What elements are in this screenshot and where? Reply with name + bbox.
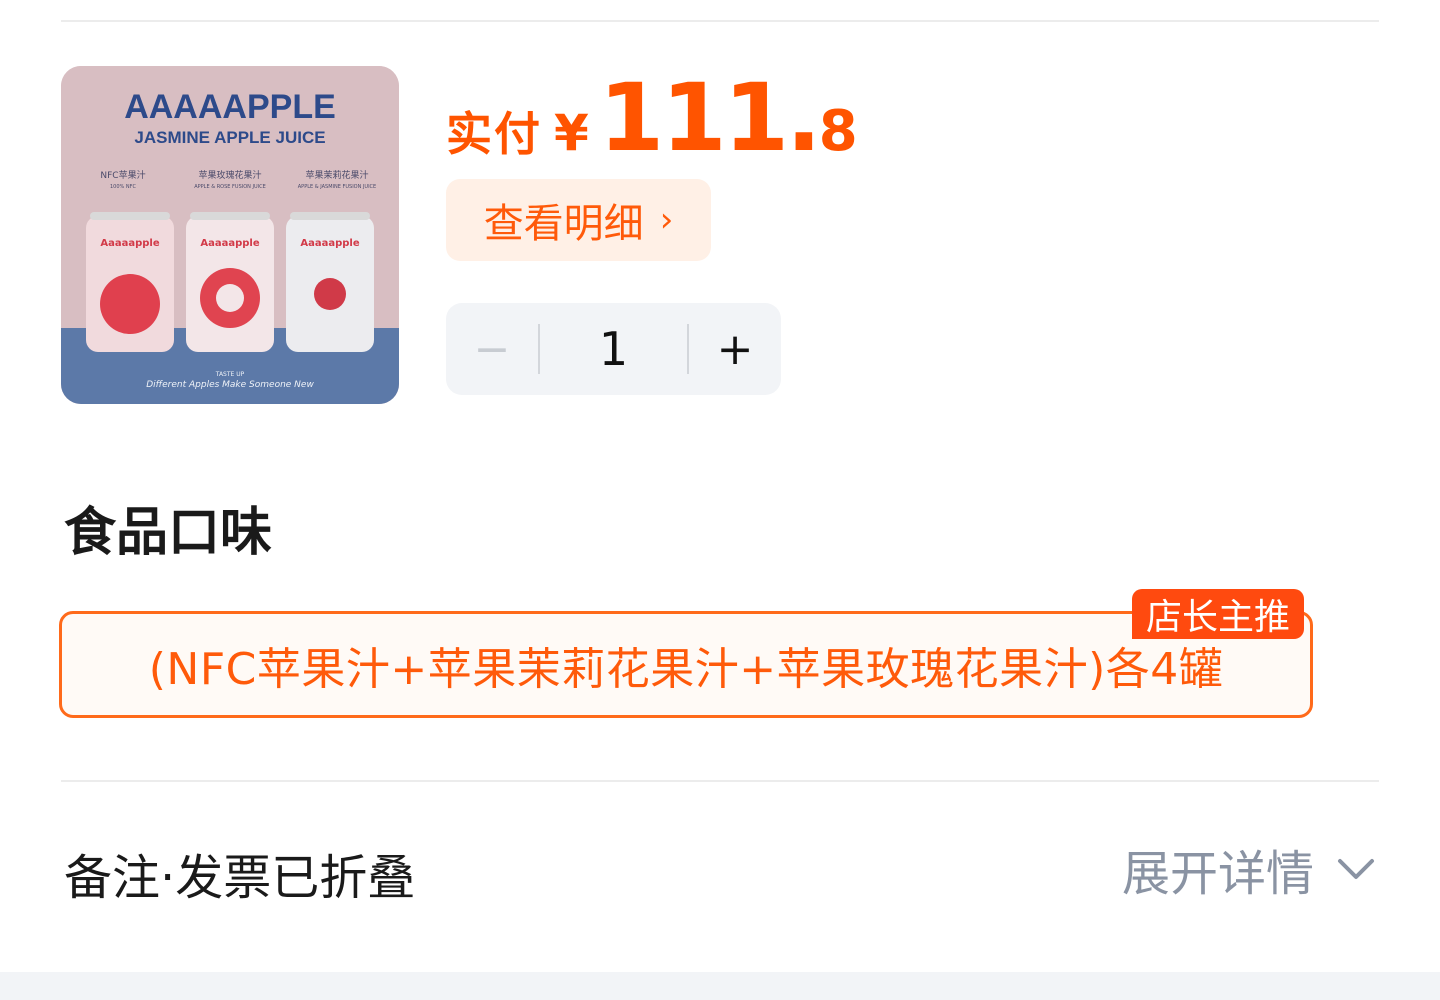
increase-quantity-button[interactable]: + <box>689 303 781 395</box>
can-jasmine: Aaaaapple <box>286 212 374 352</box>
svg-text:Aaaaapple: Aaaaapple <box>200 238 259 249</box>
decrease-quantity-button[interactable]: − <box>446 303 538 395</box>
price-integer: 111. <box>598 64 822 173</box>
can-sub-1: 100% NFC <box>110 184 137 190</box>
chevron-right-icon: › <box>659 200 674 240</box>
quantity-value[interactable]: 1 <box>540 322 687 376</box>
flavor-section-title: 食品口味 <box>64 503 273 563</box>
poster-footer: Different Apples Make Someone New <box>146 380 314 390</box>
flavor-option-label: (NFC苹果汁+苹果茉莉花果汁+苹果玫瑰花果汁)各4罐 <box>148 643 1224 695</box>
product-image[interactable]: AAAAAPPLE JASMINE APPLE JUICE NFC苹果汁 苹果玫… <box>61 66 399 404</box>
price-row: 实付 ¥ 111. 8 <box>446 64 858 173</box>
chevron-down-icon <box>1334 847 1378 891</box>
can-sub-3: APPLE & JASMINE FUSION JUICE <box>298 184 376 190</box>
poster-brand-title: AAAAAPPLE <box>124 88 336 126</box>
expand-details-button[interactable]: 展开详情 <box>1122 834 1378 904</box>
bottom-bar <box>0 972 1440 1000</box>
section-divider <box>61 780 1379 782</box>
can-nfc: Aaaaapple <box>86 212 174 352</box>
can-label-3: 苹果茉莉花果汁 <box>305 169 368 181</box>
flavor-option[interactable]: (NFC苹果汁+苹果茉莉花果汁+苹果玫瑰花果汁)各4罐 <box>59 611 1313 718</box>
quantity-stepper: − 1 + <box>446 303 781 395</box>
svg-text:Aaaaapple: Aaaaapple <box>300 238 359 249</box>
can-sub-2: APPLE & ROSE FUSION JUICE <box>194 184 266 190</box>
price-decimal: 8 <box>818 99 858 164</box>
svg-text:Aaaaapple: Aaaaapple <box>100 238 159 249</box>
expand-details-label: 展开详情 <box>1121 846 1314 902</box>
recommend-badge: 店长主推 <box>1132 589 1305 639</box>
top-divider <box>61 20 1379 22</box>
view-detail-button[interactable]: 查看明细 › <box>446 179 711 261</box>
can-label-2: 苹果玫瑰花果汁 <box>198 169 261 181</box>
price-currency: ¥ <box>554 104 589 162</box>
poster-subtitle: JASMINE APPLE JUICE <box>134 128 325 147</box>
notes-invoice-title: 备注·发票已折叠 <box>64 850 416 906</box>
price-label: 实付 <box>446 107 542 161</box>
poster-footer-small: TASTE UP <box>215 371 245 378</box>
can-rose: Aaaaapple <box>186 212 274 352</box>
view-detail-label: 查看明细 <box>483 201 644 247</box>
can-label-1: NFC苹果汁 <box>100 169 145 181</box>
